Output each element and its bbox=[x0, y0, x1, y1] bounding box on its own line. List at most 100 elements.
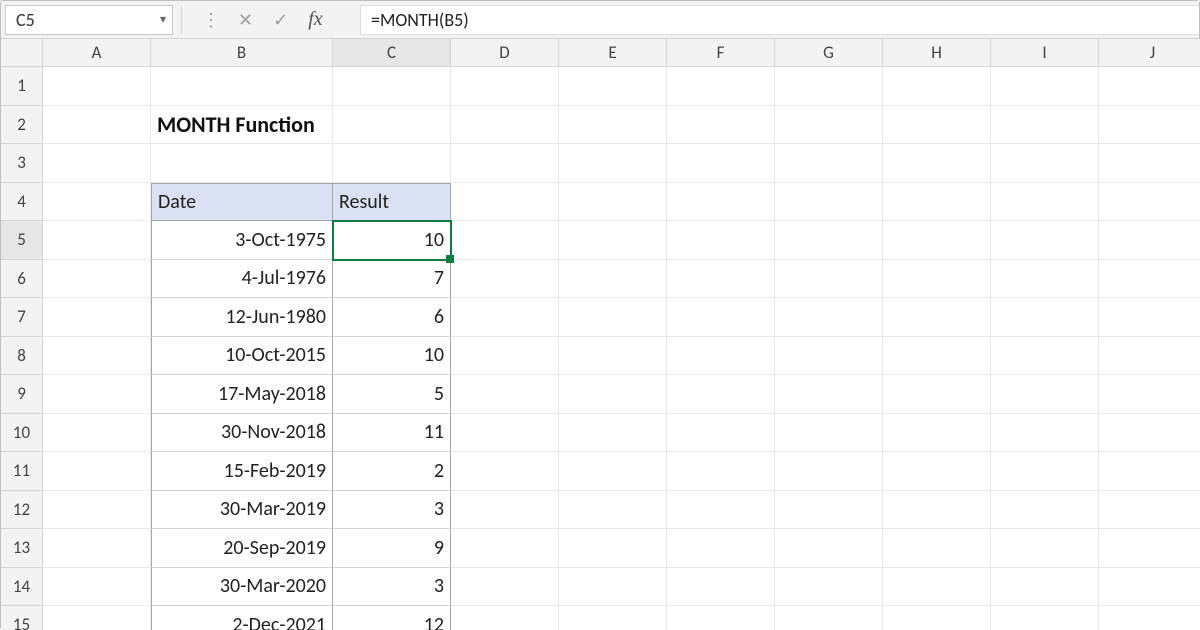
column-header-C[interactable]: C bbox=[333, 39, 451, 67]
cell-F4[interactable] bbox=[667, 183, 775, 222]
cell-J2[interactable] bbox=[1099, 106, 1200, 145]
enter-icon[interactable]: ✓ bbox=[273, 9, 288, 31]
row-header-9[interactable]: 9 bbox=[1, 375, 43, 414]
cell-E7[interactable] bbox=[559, 298, 667, 337]
cell-A14[interactable] bbox=[43, 568, 151, 607]
cell-D5[interactable] bbox=[451, 221, 559, 260]
cell-D4[interactable] bbox=[451, 183, 559, 222]
cell-A9[interactable] bbox=[43, 375, 151, 414]
formula-input[interactable]: =MONTH(B5) bbox=[360, 5, 1199, 35]
cell-J3[interactable] bbox=[1099, 144, 1200, 183]
cell-E9[interactable] bbox=[559, 375, 667, 414]
cell-C15[interactable]: 12 bbox=[333, 606, 451, 630]
cell-D6[interactable] bbox=[451, 260, 559, 299]
cell-J10[interactable] bbox=[1099, 414, 1200, 453]
cell-J12[interactable] bbox=[1099, 491, 1200, 530]
cell-F13[interactable] bbox=[667, 529, 775, 568]
cell-B6[interactable]: 4-Jul-1976 bbox=[151, 260, 333, 299]
column-header-F[interactable]: F bbox=[667, 39, 775, 67]
cell-A13[interactable] bbox=[43, 529, 151, 568]
cell-A2[interactable] bbox=[43, 106, 151, 145]
cell-G3[interactable] bbox=[775, 144, 883, 183]
cell-B9[interactable]: 17-May-2018 bbox=[151, 375, 333, 414]
cell-A5[interactable] bbox=[43, 221, 151, 260]
cell-H11[interactable] bbox=[883, 452, 991, 491]
cell-F10[interactable] bbox=[667, 414, 775, 453]
cell-C2[interactable] bbox=[333, 106, 451, 145]
cell-G2[interactable] bbox=[775, 106, 883, 145]
cell-D15[interactable] bbox=[451, 606, 559, 630]
cell-G13[interactable] bbox=[775, 529, 883, 568]
cell-G12[interactable] bbox=[775, 491, 883, 530]
cell-G10[interactable] bbox=[775, 414, 883, 453]
cell-G15[interactable] bbox=[775, 606, 883, 630]
cell-J8[interactable] bbox=[1099, 337, 1200, 376]
cell-C7[interactable]: 6 bbox=[333, 298, 451, 337]
cell-G8[interactable] bbox=[775, 337, 883, 376]
cell-A10[interactable] bbox=[43, 414, 151, 453]
cell-H4[interactable] bbox=[883, 183, 991, 222]
cell-J14[interactable] bbox=[1099, 568, 1200, 607]
cell-F11[interactable] bbox=[667, 452, 775, 491]
cell-B7[interactable]: 12-Jun-1980 bbox=[151, 298, 333, 337]
cell-B10[interactable]: 30-Nov-2018 bbox=[151, 414, 333, 453]
cell-C11[interactable]: 2 bbox=[333, 452, 451, 491]
cell-J15[interactable] bbox=[1099, 606, 1200, 630]
row-header-7[interactable]: 7 bbox=[1, 298, 43, 337]
cell-D10[interactable] bbox=[451, 414, 559, 453]
cell-E4[interactable] bbox=[559, 183, 667, 222]
cell-H13[interactable] bbox=[883, 529, 991, 568]
cell-B4[interactable]: Date bbox=[151, 183, 333, 222]
row-header-13[interactable]: 13 bbox=[1, 529, 43, 568]
cell-D2[interactable] bbox=[451, 106, 559, 145]
cell-I8[interactable] bbox=[991, 337, 1099, 376]
cell-I1[interactable] bbox=[991, 67, 1099, 106]
select-all-corner[interactable] bbox=[1, 39, 43, 67]
cell-A1[interactable] bbox=[43, 67, 151, 106]
cell-C10[interactable]: 11 bbox=[333, 414, 451, 453]
cell-I10[interactable] bbox=[991, 414, 1099, 453]
column-header-B[interactable]: B bbox=[151, 39, 333, 67]
column-header-E[interactable]: E bbox=[559, 39, 667, 67]
cell-F6[interactable] bbox=[667, 260, 775, 299]
cell-E2[interactable] bbox=[559, 106, 667, 145]
row-header-10[interactable]: 10 bbox=[1, 414, 43, 453]
name-box[interactable]: C5 ▾ bbox=[5, 5, 173, 35]
cell-C3[interactable] bbox=[333, 144, 451, 183]
cell-E11[interactable] bbox=[559, 452, 667, 491]
cell-G4[interactable] bbox=[775, 183, 883, 222]
cell-D11[interactable] bbox=[451, 452, 559, 491]
cell-C4[interactable]: Result bbox=[333, 183, 451, 222]
cell-D9[interactable] bbox=[451, 375, 559, 414]
cancel-icon[interactable]: ✕ bbox=[238, 9, 253, 31]
cell-B15[interactable]: 2-Dec-2021 bbox=[151, 606, 333, 630]
cell-I2[interactable] bbox=[991, 106, 1099, 145]
cell-E15[interactable] bbox=[559, 606, 667, 630]
cell-H5[interactable] bbox=[883, 221, 991, 260]
cell-B11[interactable]: 15-Feb-2019 bbox=[151, 452, 333, 491]
cell-F7[interactable] bbox=[667, 298, 775, 337]
cell-J5[interactable] bbox=[1099, 221, 1200, 260]
cell-C9[interactable]: 5 bbox=[333, 375, 451, 414]
column-header-H[interactable]: H bbox=[883, 39, 991, 67]
cell-E14[interactable] bbox=[559, 568, 667, 607]
row-header-8[interactable]: 8 bbox=[1, 337, 43, 376]
cell-H8[interactable] bbox=[883, 337, 991, 376]
cell-I7[interactable] bbox=[991, 298, 1099, 337]
cell-A15[interactable] bbox=[43, 606, 151, 630]
cell-I13[interactable] bbox=[991, 529, 1099, 568]
cell-E3[interactable] bbox=[559, 144, 667, 183]
column-header-D[interactable]: D bbox=[451, 39, 559, 67]
cell-C1[interactable] bbox=[333, 67, 451, 106]
cell-F8[interactable] bbox=[667, 337, 775, 376]
cell-E1[interactable] bbox=[559, 67, 667, 106]
cell-J11[interactable] bbox=[1099, 452, 1200, 491]
cell-G11[interactable] bbox=[775, 452, 883, 491]
cell-E8[interactable] bbox=[559, 337, 667, 376]
cell-B3[interactable] bbox=[151, 144, 333, 183]
cell-G5[interactable] bbox=[775, 221, 883, 260]
cell-I12[interactable] bbox=[991, 491, 1099, 530]
cell-E5[interactable] bbox=[559, 221, 667, 260]
cell-F12[interactable] bbox=[667, 491, 775, 530]
cell-J13[interactable] bbox=[1099, 529, 1200, 568]
